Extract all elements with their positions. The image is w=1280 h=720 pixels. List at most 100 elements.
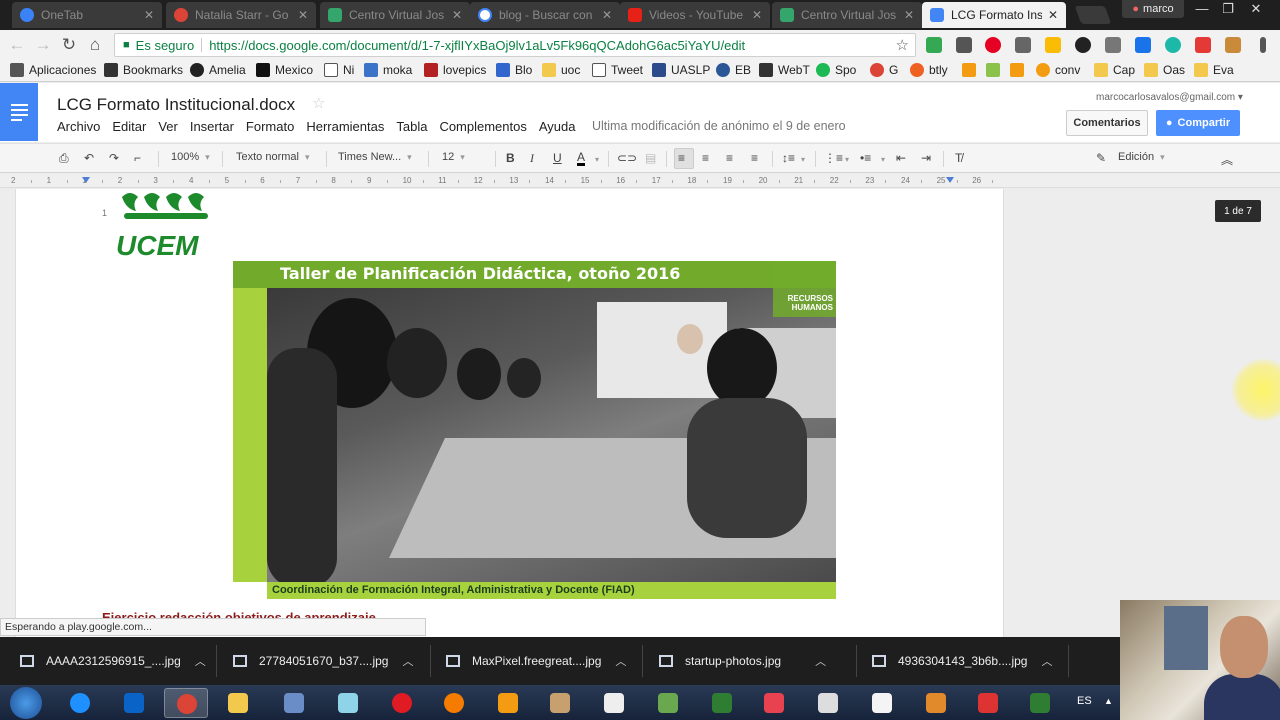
extension-icon[interactable]	[1075, 37, 1091, 53]
account-email[interactable]: marcocarlosavalos@gmail.com ▾	[1096, 92, 1243, 103]
bookmark-item[interactable]: Eva	[1194, 63, 1234, 77]
bookmark-item[interactable]: Blo	[496, 63, 532, 77]
menu-editar[interactable]: Editar	[112, 119, 146, 134]
redo-icon[interactable]: ↷	[109, 151, 119, 165]
bookmark-item[interactable]: G	[870, 63, 898, 77]
extension-icon[interactable]	[1135, 37, 1151, 53]
close-window-button[interactable]: ✕	[1242, 0, 1270, 18]
text-color-icon[interactable]: A	[577, 151, 586, 166]
menu-formato[interactable]: Formato	[246, 119, 294, 134]
menu-archivo[interactable]: Archivo	[57, 119, 100, 134]
bulleted-list-icon[interactable]: •≡	[860, 151, 871, 165]
line-spacing-icon[interactable]: ↕≡	[782, 151, 795, 165]
tab-centro-virtual-2[interactable]: Centro Virtual Jos ✕	[772, 2, 922, 28]
taskbar-internet-explorer-button[interactable]	[58, 688, 102, 718]
extension-icon[interactable]	[926, 37, 942, 53]
bookmark-item[interactable]: Mexico	[256, 63, 313, 77]
italic-icon[interactable]: I	[530, 151, 534, 166]
extension-icon[interactable]	[956, 37, 972, 53]
bookmark-item[interactable]: Ni	[324, 63, 354, 77]
tab-centro-virtual[interactable]: Centro Virtual Jos ✕	[320, 2, 470, 28]
close-tab-icon[interactable]: ✕	[144, 8, 154, 22]
justify-icon[interactable]: ≡	[751, 151, 758, 165]
download-item[interactable]: startup-photos.jpg ︿	[659, 649, 826, 673]
paint-format-icon[interactable]: ⌐	[134, 151, 141, 165]
font-size-select[interactable]: 12	[442, 151, 490, 163]
close-tab-icon[interactable]: ✕	[602, 8, 612, 22]
home-icon[interactable]: ⌂	[84, 35, 106, 55]
close-tab-icon[interactable]: ✕	[1048, 8, 1058, 22]
chevron-down-icon[interactable]: ▾	[881, 155, 885, 164]
extension-icon[interactable]	[1165, 37, 1181, 53]
bookmark-item[interactable]: moka	[364, 63, 412, 77]
chevron-up-icon[interactable]: ︿	[615, 653, 626, 669]
tab-youtube[interactable]: Videos - YouTube ✕	[620, 2, 770, 28]
taskbar-app-16-button[interactable]	[860, 688, 904, 718]
language-indicator[interactable]: ES	[1077, 695, 1092, 707]
numbered-list-icon[interactable]: ⋮≡	[824, 151, 843, 165]
indent-marker-icon[interactable]	[82, 177, 90, 183]
editing-mode-select[interactable]: Edición	[1118, 151, 1202, 163]
menu-insertar[interactable]: Insertar	[190, 119, 234, 134]
extension-icon[interactable]	[1225, 37, 1241, 53]
chevron-down-icon[interactable]: ▾	[845, 155, 849, 164]
comment-icon[interactable]: ▤	[645, 151, 656, 165]
banner-image[interactable]: Taller de Planificación Didáctica, otoño…	[233, 261, 836, 599]
bookmark-item[interactable]: conv	[1036, 63, 1080, 77]
menu-ver[interactable]: Ver	[158, 119, 178, 134]
indent-marker-icon[interactable]	[946, 177, 954, 183]
taskbar-app-14-button[interactable]	[752, 688, 796, 718]
download-item[interactable]: 4936304143_3b6b....jpg ︿	[872, 649, 1052, 673]
tray-expand-icon[interactable]: ▲	[1104, 696, 1113, 706]
restore-button[interactable]: ❐	[1214, 0, 1242, 18]
menu-tabla[interactable]: Tabla	[396, 119, 427, 134]
comments-button[interactable]: Comentarios	[1066, 110, 1148, 136]
taskbar-camtasia-button[interactable]	[700, 688, 744, 718]
bookmark-item[interactable]	[986, 63, 1005, 77]
last-modified-link[interactable]: Ultima modificación de anónimo el 9 de e…	[592, 119, 846, 133]
menu-herramientas[interactable]: Herramientas	[306, 119, 384, 134]
bookmark-item[interactable]: lovepics	[424, 63, 486, 77]
bookmark-item[interactable]	[1010, 63, 1029, 77]
bookmark-star-icon[interactable]: ☆	[896, 36, 909, 54]
close-tab-icon[interactable]: ✕	[904, 8, 914, 22]
bookmark-item[interactable]: Cap	[1094, 63, 1135, 77]
chevron-up-icon[interactable]: ︿	[402, 653, 413, 669]
close-tab-icon[interactable]: ✕	[752, 8, 762, 22]
link-icon[interactable]: ⊂⊃	[617, 151, 637, 165]
taskbar-chrome-button[interactable]	[164, 688, 208, 718]
bookmark-item[interactable]: Tweet	[592, 63, 643, 77]
taskbar-app-17-button[interactable]	[914, 688, 958, 718]
forward-arrow-icon[interactable]: →	[32, 35, 54, 55]
menu-complementos[interactable]: Complementos	[439, 119, 526, 134]
profile-button[interactable]: ● marco	[1122, 0, 1184, 18]
clear-formatting-icon[interactable]: T̸	[955, 151, 962, 165]
menu-ayuda[interactable]: Ayuda	[539, 119, 576, 134]
taskbar-app-11-button[interactable]	[592, 688, 636, 718]
bookmark-item[interactable]: Amelia	[190, 63, 246, 77]
address-bar[interactable]: ■ Es seguro https://docs.google.com/docu…	[114, 33, 916, 57]
decrease-indent-icon[interactable]: ⇤	[896, 151, 906, 165]
print-icon[interactable]: ⎙	[59, 151, 69, 166]
taskbar-app-18-button[interactable]	[966, 688, 1010, 718]
taskbar-app-12-button[interactable]	[646, 688, 690, 718]
bookmark-item[interactable]	[962, 63, 981, 77]
taskbar-app-6-button[interactable]	[326, 688, 370, 718]
underline-icon[interactable]: U	[553, 151, 562, 165]
zoom-select[interactable]: 100%	[171, 151, 210, 163]
bookmark-item[interactable]: UASLP	[652, 63, 710, 77]
bold-icon[interactable]: B	[506, 151, 515, 165]
font-select[interactable]: Times New...	[338, 151, 412, 163]
align-right-icon[interactable]: ≡	[726, 151, 733, 165]
chevron-down-icon[interactable]: ▾	[801, 155, 805, 164]
download-item[interactable]: MaxPixel.freegreat....jpg ︿	[446, 649, 626, 673]
taskbar-explorer-button[interactable]	[216, 688, 260, 718]
taskbar-camtasia-2-button[interactable]	[1018, 688, 1062, 718]
collapse-chevron-icon[interactable]: ︽	[1221, 151, 1233, 168]
docs-home-icon[interactable]	[0, 83, 38, 141]
document-page[interactable]: 1 UCEM Taller de Planificación Didáctica…	[15, 189, 1004, 637]
bookmark-item[interactable]: WebT	[759, 63, 810, 77]
bookmark-item[interactable]: Bookmarks	[104, 63, 183, 77]
close-tab-icon[interactable]: ✕	[452, 8, 462, 22]
bookmark-item[interactable]: Oas	[1144, 63, 1185, 77]
